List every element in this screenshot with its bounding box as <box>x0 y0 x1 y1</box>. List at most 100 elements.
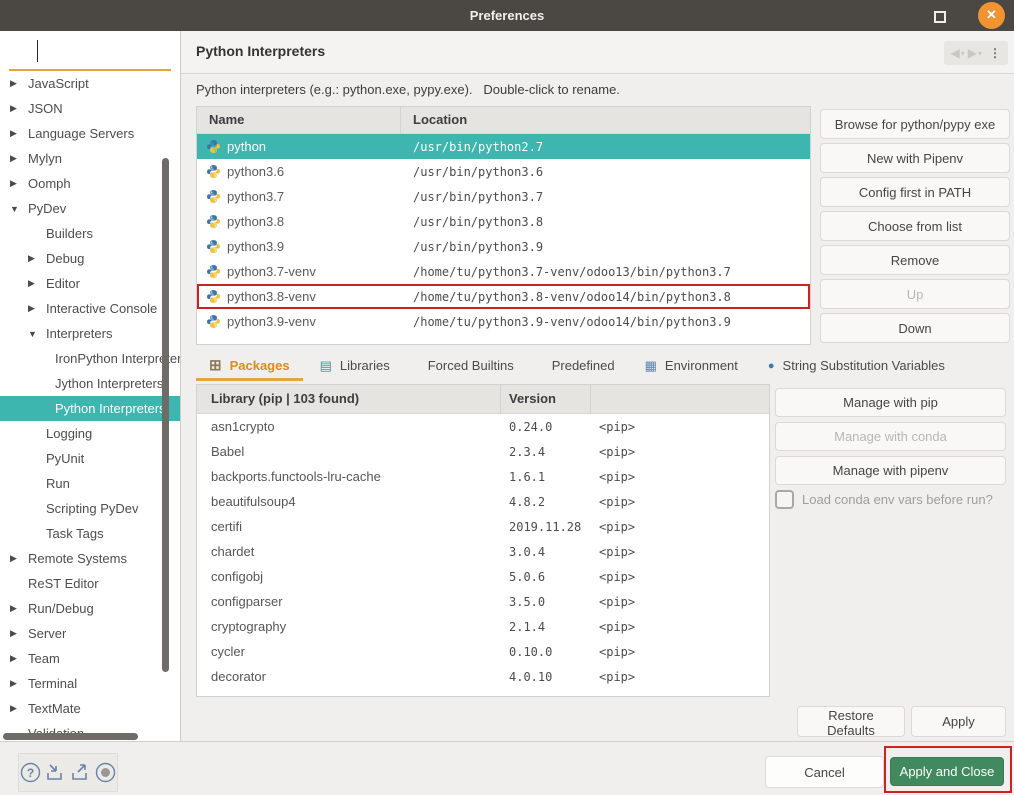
sidebar-item[interactable]: ▶ Debug <box>0 246 180 271</box>
tree-arrow-icon[interactable]: ▼ <box>10 204 28 214</box>
sidebar-item[interactable]: ▶ JavaScript <box>0 71 180 96</box>
tree-arrow-icon[interactable]: ▶ <box>10 178 28 189</box>
tree-arrow-icon[interactable]: ▶ <box>10 553 28 564</box>
forward-icon[interactable]: ▶ <box>968 46 977 60</box>
manage-button[interactable]: Manage with conda <box>775 422 1006 451</box>
tree-arrow-icon[interactable]: ▶ <box>28 278 46 289</box>
tree-arrow-icon[interactable]: ▶ <box>10 103 28 114</box>
sidebar-item[interactable]: Jython Interpreters <box>0 371 180 396</box>
back-dropdown-icon[interactable]: ▾ <box>961 49 965 58</box>
tab[interactable]: Packages <box>196 352 303 381</box>
tab[interactable]: Libraries <box>307 352 403 381</box>
forward-dropdown-icon[interactable]: ▾ <box>978 49 982 58</box>
close-icon[interactable]: ✕ <box>978 2 1005 29</box>
package-row[interactable]: asn1crypto 0.24.0 <pip> <box>197 414 769 439</box>
table-row[interactable]: python3.8 /usr/bin/python3.8 <box>197 209 810 234</box>
tree-arrow-icon[interactable]: ▶ <box>10 153 28 164</box>
back-icon[interactable]: ◀ <box>951 46 960 60</box>
sidebar-item[interactable]: ▶ Oomph <box>0 171 180 196</box>
sidebar-item[interactable]: ▶ JSON <box>0 96 180 121</box>
action-button[interactable]: Up <box>820 279 1010 309</box>
package-row[interactable]: beautifulsoup4 4.8.2 <pip> <box>197 489 769 514</box>
tree-arrow-icon[interactable]: ▶ <box>10 703 28 714</box>
tree-arrow-icon[interactable]: ▶ <box>10 603 28 614</box>
sidebar-item[interactable]: Python Interpreters <box>0 396 180 421</box>
tab[interactable]: Environment <box>632 352 751 381</box>
sidebar-item[interactable]: ▶ Team <box>0 646 180 671</box>
sidebar-item[interactable]: Scripting PyDev <box>0 496 180 521</box>
action-button[interactable]: Config first in PATH <box>820 177 1010 207</box>
action-button[interactable]: Down <box>820 313 1010 343</box>
package-row[interactable]: decorator 4.0.10 <pip> <box>197 664 769 689</box>
tree-arrow-icon[interactable]: ▶ <box>10 78 28 89</box>
table-row[interactable]: python3.7-venv /home/tu/python3.7-venv/o… <box>197 259 810 284</box>
sidebar-item[interactable]: ▶ Remote Systems <box>0 546 180 571</box>
sidebar-item[interactable]: ▶ Editor <box>0 271 180 296</box>
package-row[interactable]: certifi 2019.11.28 <pip> <box>197 514 769 539</box>
tab[interactable]: Predefined <box>531 352 628 381</box>
tree-arrow-icon[interactable]: ▶ <box>10 628 28 639</box>
export-icon[interactable] <box>69 761 92 784</box>
table-row[interactable]: python3.7 /usr/bin/python3.7 <box>197 184 810 209</box>
action-button[interactable]: Choose from list <box>820 211 1010 241</box>
import-icon[interactable] <box>44 761 67 784</box>
maximize-icon[interactable] <box>934 11 946 23</box>
tree-arrow-icon[interactable]: ▼ <box>28 329 46 339</box>
conda-env-checkbox[interactable] <box>775 490 794 509</box>
sidebar-item[interactable]: ▶ TextMate <box>0 696 180 721</box>
sidebar-item[interactable]: PyUnit <box>0 446 180 471</box>
tab[interactable]: String Substitution Variables <box>755 352 958 381</box>
tab[interactable]: Forced Builtins <box>407 352 527 381</box>
tree-arrow-icon[interactable]: ▶ <box>10 678 28 689</box>
interpreter-name: python3.7-venv <box>227 264 316 279</box>
tree-arrow-icon[interactable]: ▶ <box>28 303 46 314</box>
sidebar-item[interactable]: ▶ Language Servers <box>0 121 180 146</box>
action-button[interactable]: Remove <box>820 245 1010 275</box>
table-row[interactable]: python3.8-venv /home/tu/python3.8-venv/o… <box>197 284 810 309</box>
tree-arrow-icon[interactable]: ▶ <box>10 653 28 664</box>
package-row[interactable]: Babel 2.3.4 <pip> <box>197 439 769 464</box>
restore-defaults-button[interactable]: Restore Defaults <box>797 706 905 737</box>
sidebar-item[interactable]: ▶ Run/Debug <box>0 596 180 621</box>
record-icon[interactable] <box>94 761 117 784</box>
sidebar-item[interactable]: ReST Editor <box>0 571 180 596</box>
apply-button[interactable]: Apply <box>911 706 1006 737</box>
sidebar-item[interactable]: IronPython Interpreters <box>0 346 180 371</box>
table-row[interactable]: python3.6 /usr/bin/python3.6 <box>197 159 810 184</box>
package-row[interactable]: configobj 5.0.6 <pip> <box>197 564 769 589</box>
column-header-name: Name <box>197 107 401 133</box>
package-row[interactable]: configparser 3.5.0 <pip> <box>197 589 769 614</box>
package-row[interactable]: chardet 3.0.4 <pip> <box>197 539 769 564</box>
apply-and-close-button[interactable]: Apply and Close <box>890 757 1004 786</box>
tree-arrow-icon[interactable]: ▶ <box>10 128 28 139</box>
sidebar-item[interactable]: Run <box>0 471 180 496</box>
filter-input[interactable] <box>9 33 171 71</box>
sidebar-item[interactable]: Logging <box>0 421 180 446</box>
cancel-button[interactable]: Cancel <box>765 756 884 788</box>
table-row[interactable]: python3.9 /usr/bin/python3.9 <box>197 234 810 259</box>
tree-arrow-icon[interactable]: ▶ <box>28 253 46 264</box>
sidebar-item[interactable]: ▶ Mylyn <box>0 146 180 171</box>
help-icon[interactable]: ? <box>19 761 42 784</box>
sidebar-item[interactable]: Task Tags <box>0 521 180 546</box>
package-row[interactable]: cycler 0.10.0 <pip> <box>197 639 769 664</box>
action-button[interactable]: New with Pipenv <box>820 143 1010 173</box>
sidebar-item[interactable]: ▶ Terminal <box>0 671 180 696</box>
vertical-scrollbar[interactable] <box>162 158 169 672</box>
package-row[interactable]: backports.functools-lru-cache 1.6.1 <pip… <box>197 464 769 489</box>
conda-env-label: Load conda env vars before run? <box>802 492 993 507</box>
horizontal-scrollbar[interactable] <box>3 733 138 740</box>
table-row[interactable]: python /usr/bin/python2.7 <box>197 134 810 159</box>
sidebar-item[interactable]: ▶ Server <box>0 621 180 646</box>
sidebar-item[interactable]: Builders <box>0 221 180 246</box>
sidebar-item[interactable]: ▼ Interpreters <box>0 321 180 346</box>
package-row[interactable]: cryptography 2.1.4 <pip> <box>197 614 769 639</box>
interpreters-table: Name Location python /usr/bin/pytho <box>196 106 811 345</box>
action-button[interactable]: Browse for python/pypy exe <box>820 109 1010 139</box>
kebab-menu-icon[interactable]: ⋮ <box>989 48 1001 58</box>
manage-button[interactable]: Manage with pip <box>775 388 1006 417</box>
table-row[interactable]: python3.9-venv /home/tu/python3.9-venv/o… <box>197 309 810 334</box>
manage-button[interactable]: Manage with pipenv <box>775 456 1006 485</box>
sidebar-item[interactable]: ▶ Interactive Console <box>0 296 180 321</box>
sidebar-item[interactable]: ▼ PyDev <box>0 196 180 221</box>
